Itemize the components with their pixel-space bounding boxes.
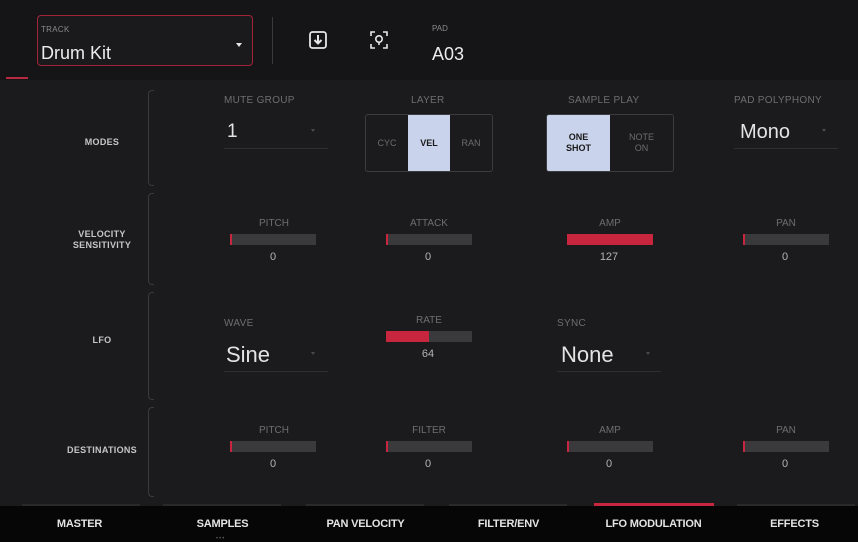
dest-pan-value: 0 xyxy=(781,458,789,470)
vel-pitch-title: PITCH xyxy=(259,218,289,229)
slider-fill xyxy=(567,234,653,245)
vel-pitch-value: 0 xyxy=(269,251,277,263)
layer-selector: CYC VEL RAN xyxy=(365,114,493,172)
slider-min-marker xyxy=(567,441,569,452)
bracket-modes xyxy=(148,90,154,186)
tab-filter-env[interactable]: FILTER/ENV xyxy=(437,506,580,542)
lfo-wave-title: WAVE xyxy=(224,318,254,329)
vel-amp-title: AMP xyxy=(599,218,621,229)
note-on-line2: ON xyxy=(634,143,649,153)
row-label-modes: MODES xyxy=(84,137,120,147)
one-shot-line2: SHOT xyxy=(565,143,591,153)
pad-polyphony-title: PAD POLYPHONY xyxy=(734,95,822,106)
header-divider xyxy=(272,17,273,64)
dest-amp-value: 0 xyxy=(605,458,613,470)
one-shot-line1: ONE xyxy=(568,132,589,142)
slider-min-marker xyxy=(743,234,745,245)
slider-min-marker xyxy=(230,234,232,245)
slider-min-marker xyxy=(230,441,232,452)
dest-pan-title: PAN xyxy=(776,425,796,436)
dest-filter-value: 0 xyxy=(424,458,432,470)
slider-track xyxy=(386,331,472,342)
pad-polyphony-value: Mono xyxy=(740,121,791,143)
slider-track xyxy=(230,234,316,245)
row-label-velocity-line1: VELOCITY xyxy=(78,229,126,239)
pad-label: PAD xyxy=(432,24,448,33)
slider-track xyxy=(567,441,653,452)
pad-polyphony-underline xyxy=(734,148,838,149)
dest-pitch-value: 0 xyxy=(269,458,277,470)
tab-lfo-modulation[interactable]: LFO MODULATION xyxy=(582,506,725,542)
slider-min-marker xyxy=(743,441,745,452)
bracket-destinations xyxy=(148,407,154,497)
slider-track xyxy=(743,234,829,245)
tab-master[interactable]: MASTER xyxy=(8,506,151,542)
vel-pan-title: PAN xyxy=(776,218,796,229)
pad-value[interactable]: A03 xyxy=(432,44,464,65)
mute-group-underline xyxy=(224,148,328,149)
mute-group-title: MUTE GROUP xyxy=(224,95,295,106)
row-label-velocity-sensitivity: VELOCITY SENSITIVITY xyxy=(38,229,166,251)
note-on-line1: NOTE xyxy=(628,132,654,142)
layer-title: LAYER xyxy=(411,95,445,106)
lfo-wave-value: Sine xyxy=(226,342,271,367)
vel-attack-value: 0 xyxy=(424,251,432,263)
track-value: Drum Kit xyxy=(41,43,112,63)
lfo-rate-value: 64 xyxy=(421,348,435,360)
chevron-down-icon xyxy=(236,43,242,47)
slider-track xyxy=(743,441,829,452)
slider-min-marker xyxy=(386,441,388,452)
layer-option-vel[interactable]: VEL xyxy=(408,115,450,171)
chevron-down-icon xyxy=(822,129,826,132)
lfo-sync-value: None xyxy=(561,342,614,367)
layer-option-ran[interactable]: RAN xyxy=(450,115,492,171)
more-indicator-dots: ••• xyxy=(216,536,226,542)
slider-track xyxy=(230,441,316,452)
vel-pan-value: 0 xyxy=(781,251,789,263)
slider-fill xyxy=(386,331,429,342)
slider-min-marker xyxy=(386,234,388,245)
track-label: TRACK xyxy=(41,25,70,34)
vel-attack-title: ATTACK xyxy=(410,218,448,229)
top-accent-line xyxy=(6,77,28,79)
tab-effects[interactable]: EFFECTS xyxy=(723,506,858,542)
row-label-destinations: DESTINATIONS xyxy=(67,445,137,455)
layer-option-cyc[interactable]: CYC xyxy=(366,115,408,171)
lfo-sync-underline xyxy=(557,371,661,372)
row-label-lfo: LFO xyxy=(92,335,112,345)
chevron-down-icon xyxy=(311,129,315,132)
row-label-velocity-line2: SENSITIVITY xyxy=(72,240,132,250)
sample-play-one-shot[interactable]: ONE SHOT xyxy=(547,115,610,171)
slider-track xyxy=(567,234,653,245)
chevron-down-icon xyxy=(311,352,315,355)
bracket-lfo xyxy=(148,292,154,400)
mute-group-value: 1 xyxy=(227,121,238,142)
dest-filter-title: FILTER xyxy=(412,425,446,436)
lfo-rate-title: RATE xyxy=(416,315,442,326)
track-selector[interactable]: TRACK Drum Kit xyxy=(37,15,253,66)
locate-pad-button[interactable] xyxy=(367,28,391,52)
tab-pan-velocity[interactable]: PAN VELOCITY xyxy=(294,506,437,542)
download-button[interactable] xyxy=(306,28,330,52)
download-icon xyxy=(309,31,327,49)
vel-amp-value: 127 xyxy=(599,251,619,263)
dest-amp-title: AMP xyxy=(599,425,621,436)
slider-track xyxy=(386,441,472,452)
sample-play-title: SAMPLE PLAY xyxy=(568,95,640,106)
chevron-down-icon xyxy=(646,352,650,355)
lfo-wave-underline xyxy=(224,371,328,372)
slider-track xyxy=(386,234,472,245)
lfo-sync-title: SYNC xyxy=(557,318,586,329)
sample-play-selector: ONE SHOT NOTE ON xyxy=(546,114,674,172)
locate-pad-icon xyxy=(370,31,388,49)
bracket-velocity xyxy=(148,193,154,285)
dest-pitch-title: PITCH xyxy=(259,425,289,436)
sample-play-note-on[interactable]: NOTE ON xyxy=(610,115,673,171)
